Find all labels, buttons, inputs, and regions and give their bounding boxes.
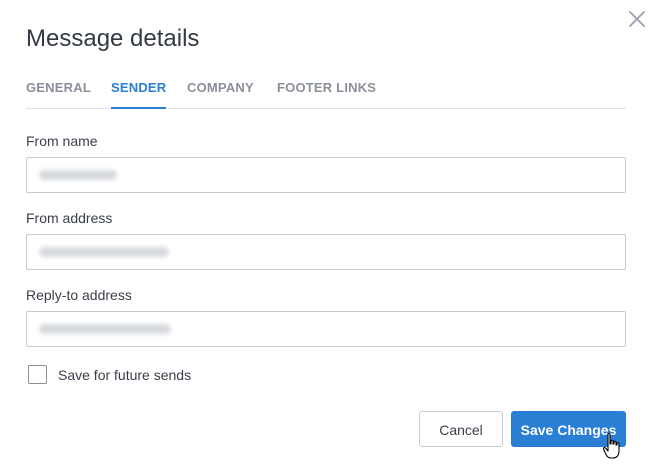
close-button[interactable] <box>626 8 648 30</box>
save-changes-button[interactable]: Save Changes <box>511 411 626 447</box>
tab-sender[interactable]: SENDER <box>111 80 167 109</box>
redacted-value <box>39 247 169 257</box>
redacted-value <box>39 324 171 334</box>
save-future-checkbox[interactable] <box>28 365 47 384</box>
redacted-value <box>39 170 117 180</box>
from-name-input[interactable] <box>26 157 626 193</box>
from-address-input[interactable] <box>26 234 626 270</box>
tab-bar: GENERAL SENDER COMPANY FOOTER LINKS <box>26 70 626 109</box>
reply-to-address-input[interactable] <box>26 311 626 347</box>
from-name-label: From name <box>26 133 98 149</box>
from-address-label: From address <box>26 210 113 226</box>
tab-footer-links[interactable]: FOOTER LINKS <box>277 80 376 107</box>
dialog-title: Message details <box>26 25 200 52</box>
cancel-button[interactable]: Cancel <box>419 411 503 447</box>
tab-general[interactable]: GENERAL <box>26 80 91 107</box>
close-icon <box>629 11 645 27</box>
reply-to-address-label: Reply-to address <box>26 287 132 303</box>
tab-company[interactable]: COMPANY <box>187 80 254 107</box>
save-future-label[interactable]: Save for future sends <box>58 366 191 384</box>
message-details-dialog: Message details GENERAL SENDER COMPANY F… <box>0 0 652 465</box>
